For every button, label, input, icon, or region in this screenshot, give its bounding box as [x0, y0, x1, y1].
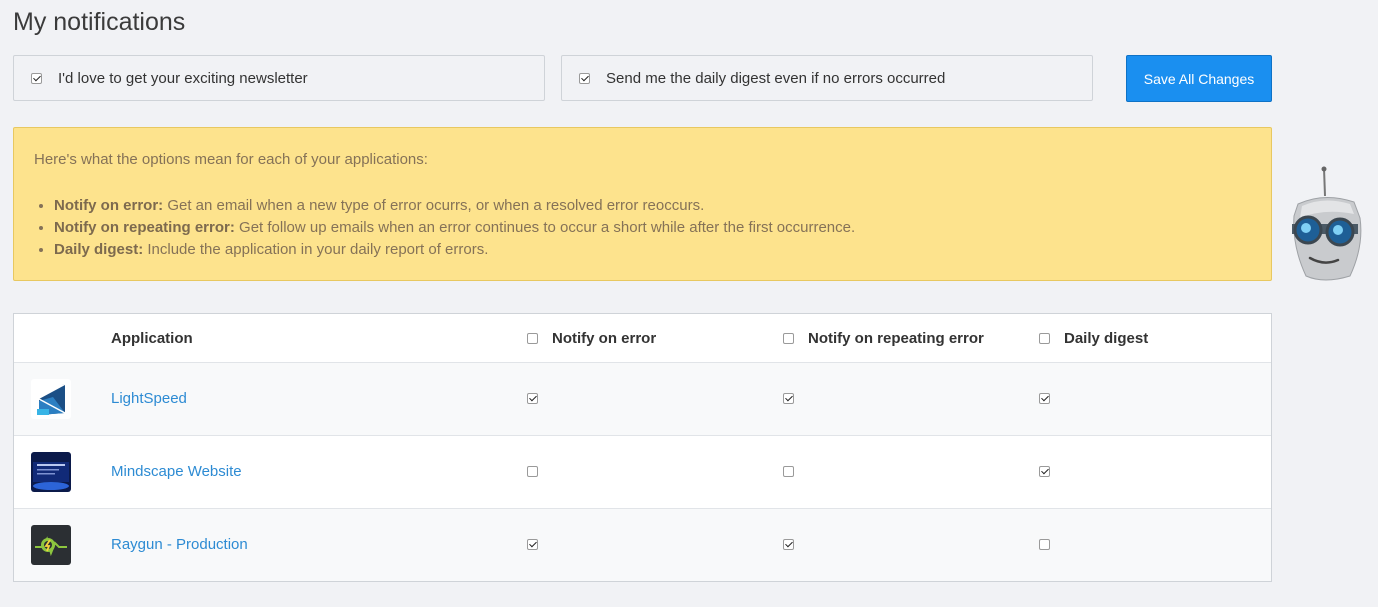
column-header-notify-on-error: Notify on error — [527, 330, 656, 347]
app-name-link[interactable]: LightSpeed — [111, 390, 187, 407]
table-row: Mindscape Website — [14, 436, 1271, 509]
table-row: Raygun - Production — [14, 509, 1271, 581]
select-all-daily-digest-checkbox[interactable] — [1039, 333, 1050, 344]
mindscape-app-icon — [31, 452, 71, 492]
select-all-notify-on-error-checkbox[interactable] — [527, 333, 538, 344]
help-item-daily-digest: Daily digest: Include the application in… — [54, 239, 855, 261]
help-desc: Get follow up emails when an error conti… — [234, 219, 856, 236]
notify-on-repeating-error-checkbox[interactable] — [783, 539, 794, 550]
help-desc: Get an email when a new type of error oc… — [163, 197, 705, 214]
daily-digest-always-checkbox[interactable] — [579, 72, 590, 84]
app-name-link[interactable]: Raygun - Production — [111, 536, 248, 553]
options-help-panel: Here's what the options mean for each of… — [13, 127, 1272, 281]
help-term: Notify on error: — [54, 197, 164, 214]
help-item-notify-on-error: Notify on error: Get an email when a new… — [54, 195, 855, 217]
notify-on-error-checkbox[interactable] — [527, 539, 538, 550]
help-item-notify-on-repeating-error: Notify on repeating error: Get follow up… — [54, 217, 855, 239]
help-term: Daily digest: — [54, 241, 144, 258]
daily-digest-always-label: Send me the daily digest even if no erro… — [606, 69, 946, 87]
column-header-label: Application — [111, 330, 193, 347]
lightspeed-app-icon — [31, 379, 71, 419]
daily-digest-checkbox[interactable] — [1039, 466, 1050, 477]
notify-on-repeating-error-checkbox[interactable] — [783, 466, 794, 477]
column-header-label: Notify on error — [552, 330, 657, 347]
column-header-daily-digest: Daily digest — [1039, 330, 1148, 347]
column-header-notify-on-repeating-error: Notify on repeating error — [783, 330, 984, 347]
app-name-link[interactable]: Mindscape Website — [111, 463, 242, 480]
save-all-changes-button[interactable]: Save All Changes — [1126, 55, 1272, 102]
notify-on-repeating-error-checkbox[interactable] — [783, 393, 794, 404]
help-intro: Here's what the options mean for each of… — [34, 151, 428, 168]
help-desc: Include the application in your daily re… — [143, 241, 489, 258]
newsletter-checkbox[interactable] — [31, 72, 42, 84]
daily-digest-always-option[interactable]: Send me the daily digest even if no erro… — [561, 55, 1093, 101]
table-header-row: Application Notify on error Notify on re… — [14, 314, 1271, 363]
help-list: Notify on error: Get an email when a new… — [34, 195, 855, 261]
newsletter-label: I'd love to get your exciting newsletter — [58, 69, 308, 87]
applications-table: Application Notify on error Notify on re… — [13, 313, 1272, 582]
table-row: LightSpeed — [14, 363, 1271, 436]
notify-on-error-checkbox[interactable] — [527, 466, 538, 477]
raygun-app-icon — [31, 525, 71, 565]
column-header-application: Application — [111, 330, 193, 347]
page-title: My notifications — [13, 8, 186, 36]
select-all-notify-on-repeating-error-checkbox[interactable] — [783, 333, 794, 344]
daily-digest-checkbox[interactable] — [1039, 393, 1050, 404]
daily-digest-checkbox[interactable] — [1039, 539, 1050, 550]
column-header-label: Daily digest — [1064, 330, 1149, 347]
notify-on-error-checkbox[interactable] — [527, 393, 538, 404]
robot-mascot-icon — [1292, 166, 1362, 281]
help-term: Notify on repeating error: — [54, 219, 235, 236]
newsletter-option[interactable]: I'd love to get your exciting newsletter — [13, 55, 545, 101]
column-header-label: Notify on repeating error — [808, 330, 984, 347]
